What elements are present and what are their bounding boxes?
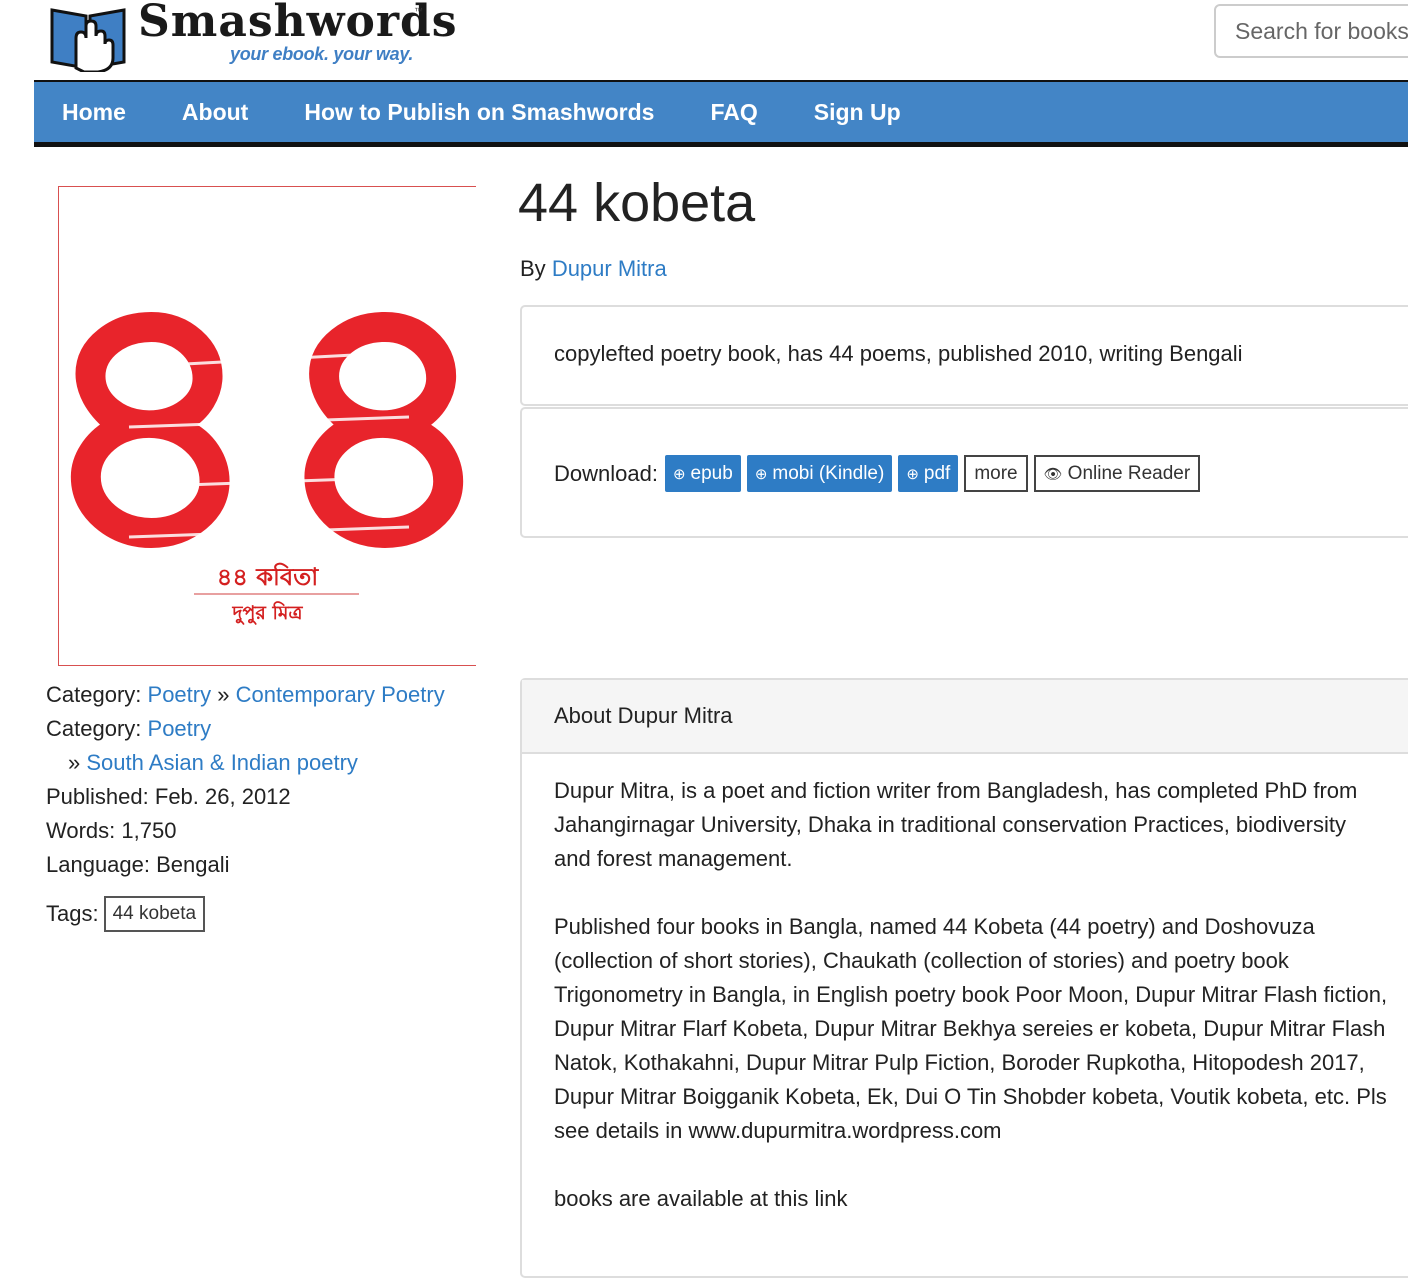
words-label: Words: (46, 818, 116, 843)
about-author-heading: About Dupur Mitra (522, 680, 1408, 754)
category-label: Category: (46, 682, 142, 707)
category-link-south-asian-poetry[interactable]: South Asian & Indian poetry (86, 750, 358, 775)
about-paragraph: Dupur Mitra, is a poet and fiction write… (554, 778, 1358, 871)
breadcrumb-separator: » (68, 750, 81, 775)
eye-icon: 👁 (1043, 465, 1063, 483)
tag-chip[interactable]: 44 kobeta (103, 896, 206, 932)
main-nav: Home About How to Publish on Smashwords … (34, 80, 1408, 147)
download-circle-icon: ⊕ (906, 465, 919, 483)
category-link-poetry[interactable]: Poetry (148, 716, 212, 741)
search-input[interactable] (1214, 4, 1408, 58)
category-link-contemporary-poetry[interactable]: Contemporary Poetry (236, 682, 445, 707)
download-circle-icon: ⊕ (754, 465, 768, 483)
about-paragraph: books are available at this link (554, 1186, 848, 1211)
tags-label: Tags: (46, 901, 99, 926)
cover-numeral-artwork: ৪৪ (59, 217, 475, 587)
breadcrumb-separator: » (217, 682, 230, 707)
site-logo[interactable]: Smashwords ™ your ebook. your way. (40, 0, 457, 80)
published-date: Feb. 26, 2012 (154, 784, 291, 809)
published-row: Published: Feb. 26, 2012 (46, 780, 486, 814)
download-mobi-button[interactable]: ⊕ mobi (Kindle) (746, 455, 893, 492)
download-epub-button[interactable]: ⊕ epub (664, 455, 741, 492)
cover-divider (194, 593, 359, 595)
short-description: copylefted poetry book, has 44 poems, pu… (554, 341, 1243, 366)
published-label: Published: (46, 784, 149, 809)
nav-sign-up[interactable]: Sign Up (786, 82, 929, 142)
about-paragraph: Published four books in Bangla, named 44… (554, 914, 1388, 1143)
trademark-mark: ™ (414, 6, 423, 16)
online-reader-button[interactable]: 👁 Online Reader (1033, 455, 1201, 492)
category-row: Category: Poetry (46, 712, 486, 746)
by-label: By (520, 256, 546, 281)
description-panel: copylefted poetry book, has 44 poems, pu… (520, 305, 1408, 406)
nav-about[interactable]: About (154, 82, 276, 142)
more-formats-button[interactable]: more (964, 455, 1028, 492)
nav-how-to-publish[interactable]: How to Publish on Smashwords (276, 82, 682, 142)
mobi-label: mobi (Kindle) (772, 462, 885, 484)
word-count: 1,750 (121, 818, 177, 843)
logo-wordmark: Smashwords (138, 0, 458, 47)
category-row: Category: Poetry » Contemporary Poetry (46, 678, 486, 712)
language-label: Language: (46, 852, 150, 877)
words-row: Words: 1,750 (46, 814, 486, 848)
download-row: Download: ⊕ epub ⊕ mobi (Kindle) ⊕ pdf m… (554, 455, 1201, 492)
author-link[interactable]: Dupur Mitra (552, 256, 667, 281)
download-label: Download: (554, 460, 658, 486)
download-pdf-button[interactable]: ⊕ pdf (898, 455, 959, 492)
pdf-label: pdf (923, 462, 951, 484)
category-link-poetry[interactable]: Poetry (148, 682, 212, 707)
category-label: Category: (46, 716, 142, 741)
about-author-body: Dupur Mitra, is a poet and fiction write… (522, 754, 1408, 1216)
about-author-panel: About Dupur Mitra Dupur Mitra, is a poet… (520, 678, 1408, 1278)
subcategory-row: » South Asian & Indian poetry (46, 746, 486, 780)
cover-author: দুপুর মিত্র (232, 602, 303, 624)
download-panel: Download: ⊕ epub ⊕ mobi (Kindle) ⊕ pdf m… (520, 407, 1408, 538)
book-metadata: Category: Poetry » Contemporary Poetry C… (46, 678, 486, 932)
book-cover[interactable]: ৪৪ ৪৪ কবিতা দুপুর মিত্র (58, 186, 476, 666)
language-value: Bengali (156, 852, 230, 877)
epub-label: epub (690, 462, 733, 484)
download-circle-icon: ⊕ (672, 465, 686, 483)
nav-faq[interactable]: FAQ (682, 82, 785, 142)
book-hand-icon (50, 8, 126, 72)
logo-tagline: your ebook. your way. (230, 44, 414, 64)
nav-home[interactable]: Home (34, 82, 154, 142)
book-title: 44 kobeta (518, 173, 756, 233)
online-reader-label: Online Reader (1067, 462, 1191, 484)
tags-row: Tags: 44 kobeta (46, 896, 486, 932)
byline: By Dupur Mitra (520, 256, 667, 282)
language-row: Language: Bengali (46, 848, 486, 882)
